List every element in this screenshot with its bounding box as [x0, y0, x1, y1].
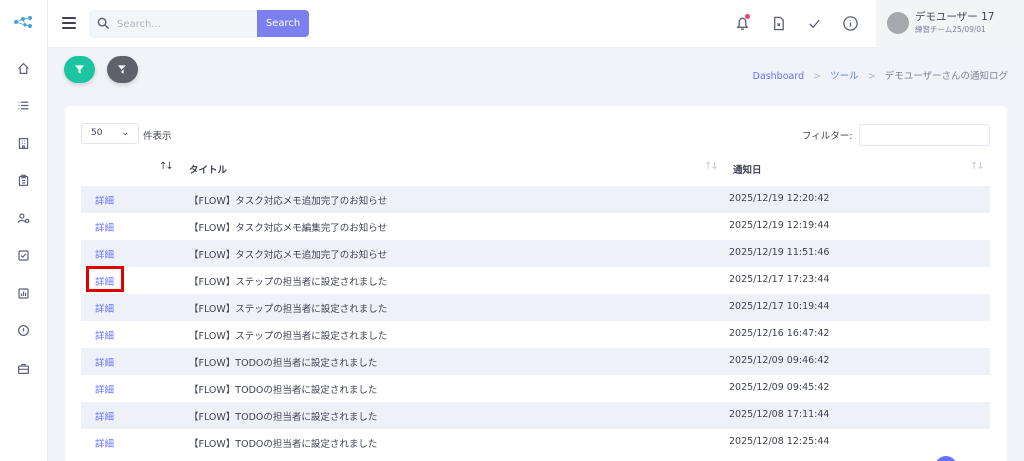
clear-filter-button[interactable] [107, 56, 138, 83]
file-icon[interactable] [769, 14, 787, 32]
page-length-value: 50 [91, 128, 103, 138]
menu-toggle-icon[interactable] [62, 17, 76, 29]
sort-icon-date-column[interactable]: ↑↓ [970, 161, 985, 172]
column-header-date[interactable]: 通知日 [733, 162, 762, 176]
row-date: 2025/12/19 12:20:42 [729, 193, 830, 204]
row-date: 2025/12/17 17:23:44 [729, 274, 830, 285]
table-row: 詳細 【FLOW】ステップの担当者に設定されました 2025/12/17 10:… [81, 294, 990, 321]
row-title: 【FLOW】ステップの担当者に設定されました [189, 331, 388, 342]
table-row: 詳細 【FLOW】ステップの担当者に設定されました 2025/12/17 17:… [81, 267, 990, 294]
search-button[interactable]: Search [257, 10, 309, 37]
breadcrumb: Dashboard > ツール > デモユーザーさんの通知ログ [753, 68, 1008, 82]
user-name: デモユーザー 17 [915, 11, 995, 23]
column-header-title[interactable]: タイトル [189, 162, 227, 176]
row-date: 2025/12/08 12:25:44 [729, 436, 830, 447]
filter-button[interactable] [64, 56, 95, 83]
row-title: 【FLOW】TODOの担当者に設定されました [189, 358, 378, 369]
user-settings-icon[interactable] [15, 210, 31, 226]
search-input[interactable] [117, 10, 253, 38]
page-length-label: 件表示 [143, 131, 172, 142]
highlight-annotation [86, 266, 124, 292]
table-row: 詳細 【FLOW】ステップの担当者に設定されました 2025/12/16 16:… [81, 321, 990, 348]
page-length-select[interactable]: 50 ⌄ [81, 123, 139, 144]
breadcrumb-tools[interactable]: ツール [830, 71, 859, 82]
detail-link[interactable]: 詳細 [95, 328, 114, 342]
user-menu[interactable]: デモユーザー 17 練習チーム25/09/01 [876, 0, 1024, 48]
row-title: 【FLOW】TODOの担当者に設定されました [189, 385, 378, 396]
detail-link[interactable]: 詳細 [95, 193, 114, 207]
row-title: 【FLOW】ステップの担当者に設定されました [189, 277, 388, 288]
row-date: 2025/12/08 17:11:44 [729, 409, 830, 420]
detail-link[interactable]: 詳細 [95, 409, 114, 423]
notification-log-card: 50 ⌄ 件表示 フィルター: ↑↓ タイトル ↑↓ 通知日 ↑↓ 詳細 【FL… [65, 106, 1007, 461]
row-date: 2025/12/16 16:47:42 [729, 328, 830, 339]
breadcrumb-current: デモユーザーさんの通知ログ [884, 71, 1008, 82]
detail-link[interactable]: 詳細 [95, 301, 114, 315]
chevron-down-icon: ⌄ [121, 128, 129, 138]
check-icon[interactable] [805, 14, 823, 32]
sort-icon-detail-column[interactable]: ↑↓ [159, 161, 174, 172]
table-row: 詳細 【FLOW】TODOの担当者に設定されました 2025/12/09 09:… [81, 375, 990, 402]
search-icon [97, 17, 110, 30]
filter-label: フィルター: [802, 131, 853, 142]
detail-link[interactable]: 詳細 [95, 220, 114, 234]
table-row: 詳細 【FLOW】タスク対応メモ追加完了のお知らせ 2025/12/19 12:… [81, 186, 990, 213]
user-team: 練習チーム25/09/01 [915, 25, 986, 34]
avatar [887, 12, 909, 34]
detail-link[interactable]: 詳細 [95, 355, 114, 369]
building-icon[interactable] [15, 135, 31, 151]
top-bar: Search デモユーザー 17 練習チーム25/09/01 [48, 0, 1024, 48]
filter-input[interactable] [859, 124, 990, 146]
row-date: 2025/12/19 11:51:46 [729, 247, 830, 258]
breadcrumb-dashboard[interactable]: Dashboard [753, 71, 805, 82]
row-date: 2025/12/19 12:19:44 [729, 220, 830, 231]
row-title: 【FLOW】タスク対応メモ編集完了のお知らせ [189, 223, 388, 234]
row-date: 2025/12/09 09:46:42 [729, 355, 830, 366]
detail-link[interactable]: 詳細 [95, 382, 114, 396]
search-box [89, 10, 257, 38]
notification-badge [745, 14, 750, 19]
info-circle-icon[interactable] [841, 14, 859, 32]
filter-clear-icon [117, 64, 128, 75]
notification-bell-icon[interactable] [733, 14, 751, 32]
info-icon[interactable] [15, 322, 31, 338]
chart-icon[interactable] [15, 285, 31, 301]
row-date: 2025/12/09 09:45:42 [729, 382, 830, 393]
clipboard-icon[interactable] [15, 172, 31, 188]
detail-link[interactable]: 詳細 [95, 436, 114, 450]
table-row: 詳細 【FLOW】タスク対応メモ追加完了のお知らせ 2025/12/19 11:… [81, 240, 990, 267]
row-title: 【FLOW】ステップの担当者に設定されました [189, 304, 388, 315]
checkbox-icon[interactable] [15, 247, 31, 263]
row-title: 【FLOW】TODOの担当者に設定されました [189, 439, 378, 450]
row-date: 2025/12/17 10:19:44 [729, 301, 830, 312]
breadcrumb-separator: > [813, 71, 822, 82]
filter-icon [74, 65, 85, 74]
table-row: 詳細 【FLOW】タスク対応メモ編集完了のお知らせ 2025/12/19 12:… [81, 213, 990, 240]
logo-icon[interactable] [13, 15, 35, 29]
sort-icon-title-column[interactable]: ↑↓ [704, 161, 719, 172]
row-title: 【FLOW】TODOの担当者に設定されました [189, 412, 378, 423]
detail-link[interactable]: 詳細 [95, 247, 114, 261]
briefcase-icon[interactable] [15, 360, 31, 376]
row-title: 【FLOW】タスク対応メモ追加完了のお知らせ [189, 196, 388, 207]
table-row: 詳細 【FLOW】TODOの担当者に設定されました 2025/12/08 12:… [81, 429, 990, 456]
list-icon[interactable] [15, 97, 31, 113]
home-icon[interactable] [15, 60, 31, 76]
row-title: 【FLOW】タスク対応メモ追加完了のお知らせ [189, 250, 388, 261]
table-row: 詳細 【FLOW】TODOの担当者に設定されました 2025/12/09 09:… [81, 348, 990, 375]
table-row: 詳細 【FLOW】TODOの担当者に設定されました 2025/12/08 17:… [81, 402, 990, 429]
breadcrumb-separator: > [867, 71, 876, 82]
sidebar [0, 0, 48, 461]
